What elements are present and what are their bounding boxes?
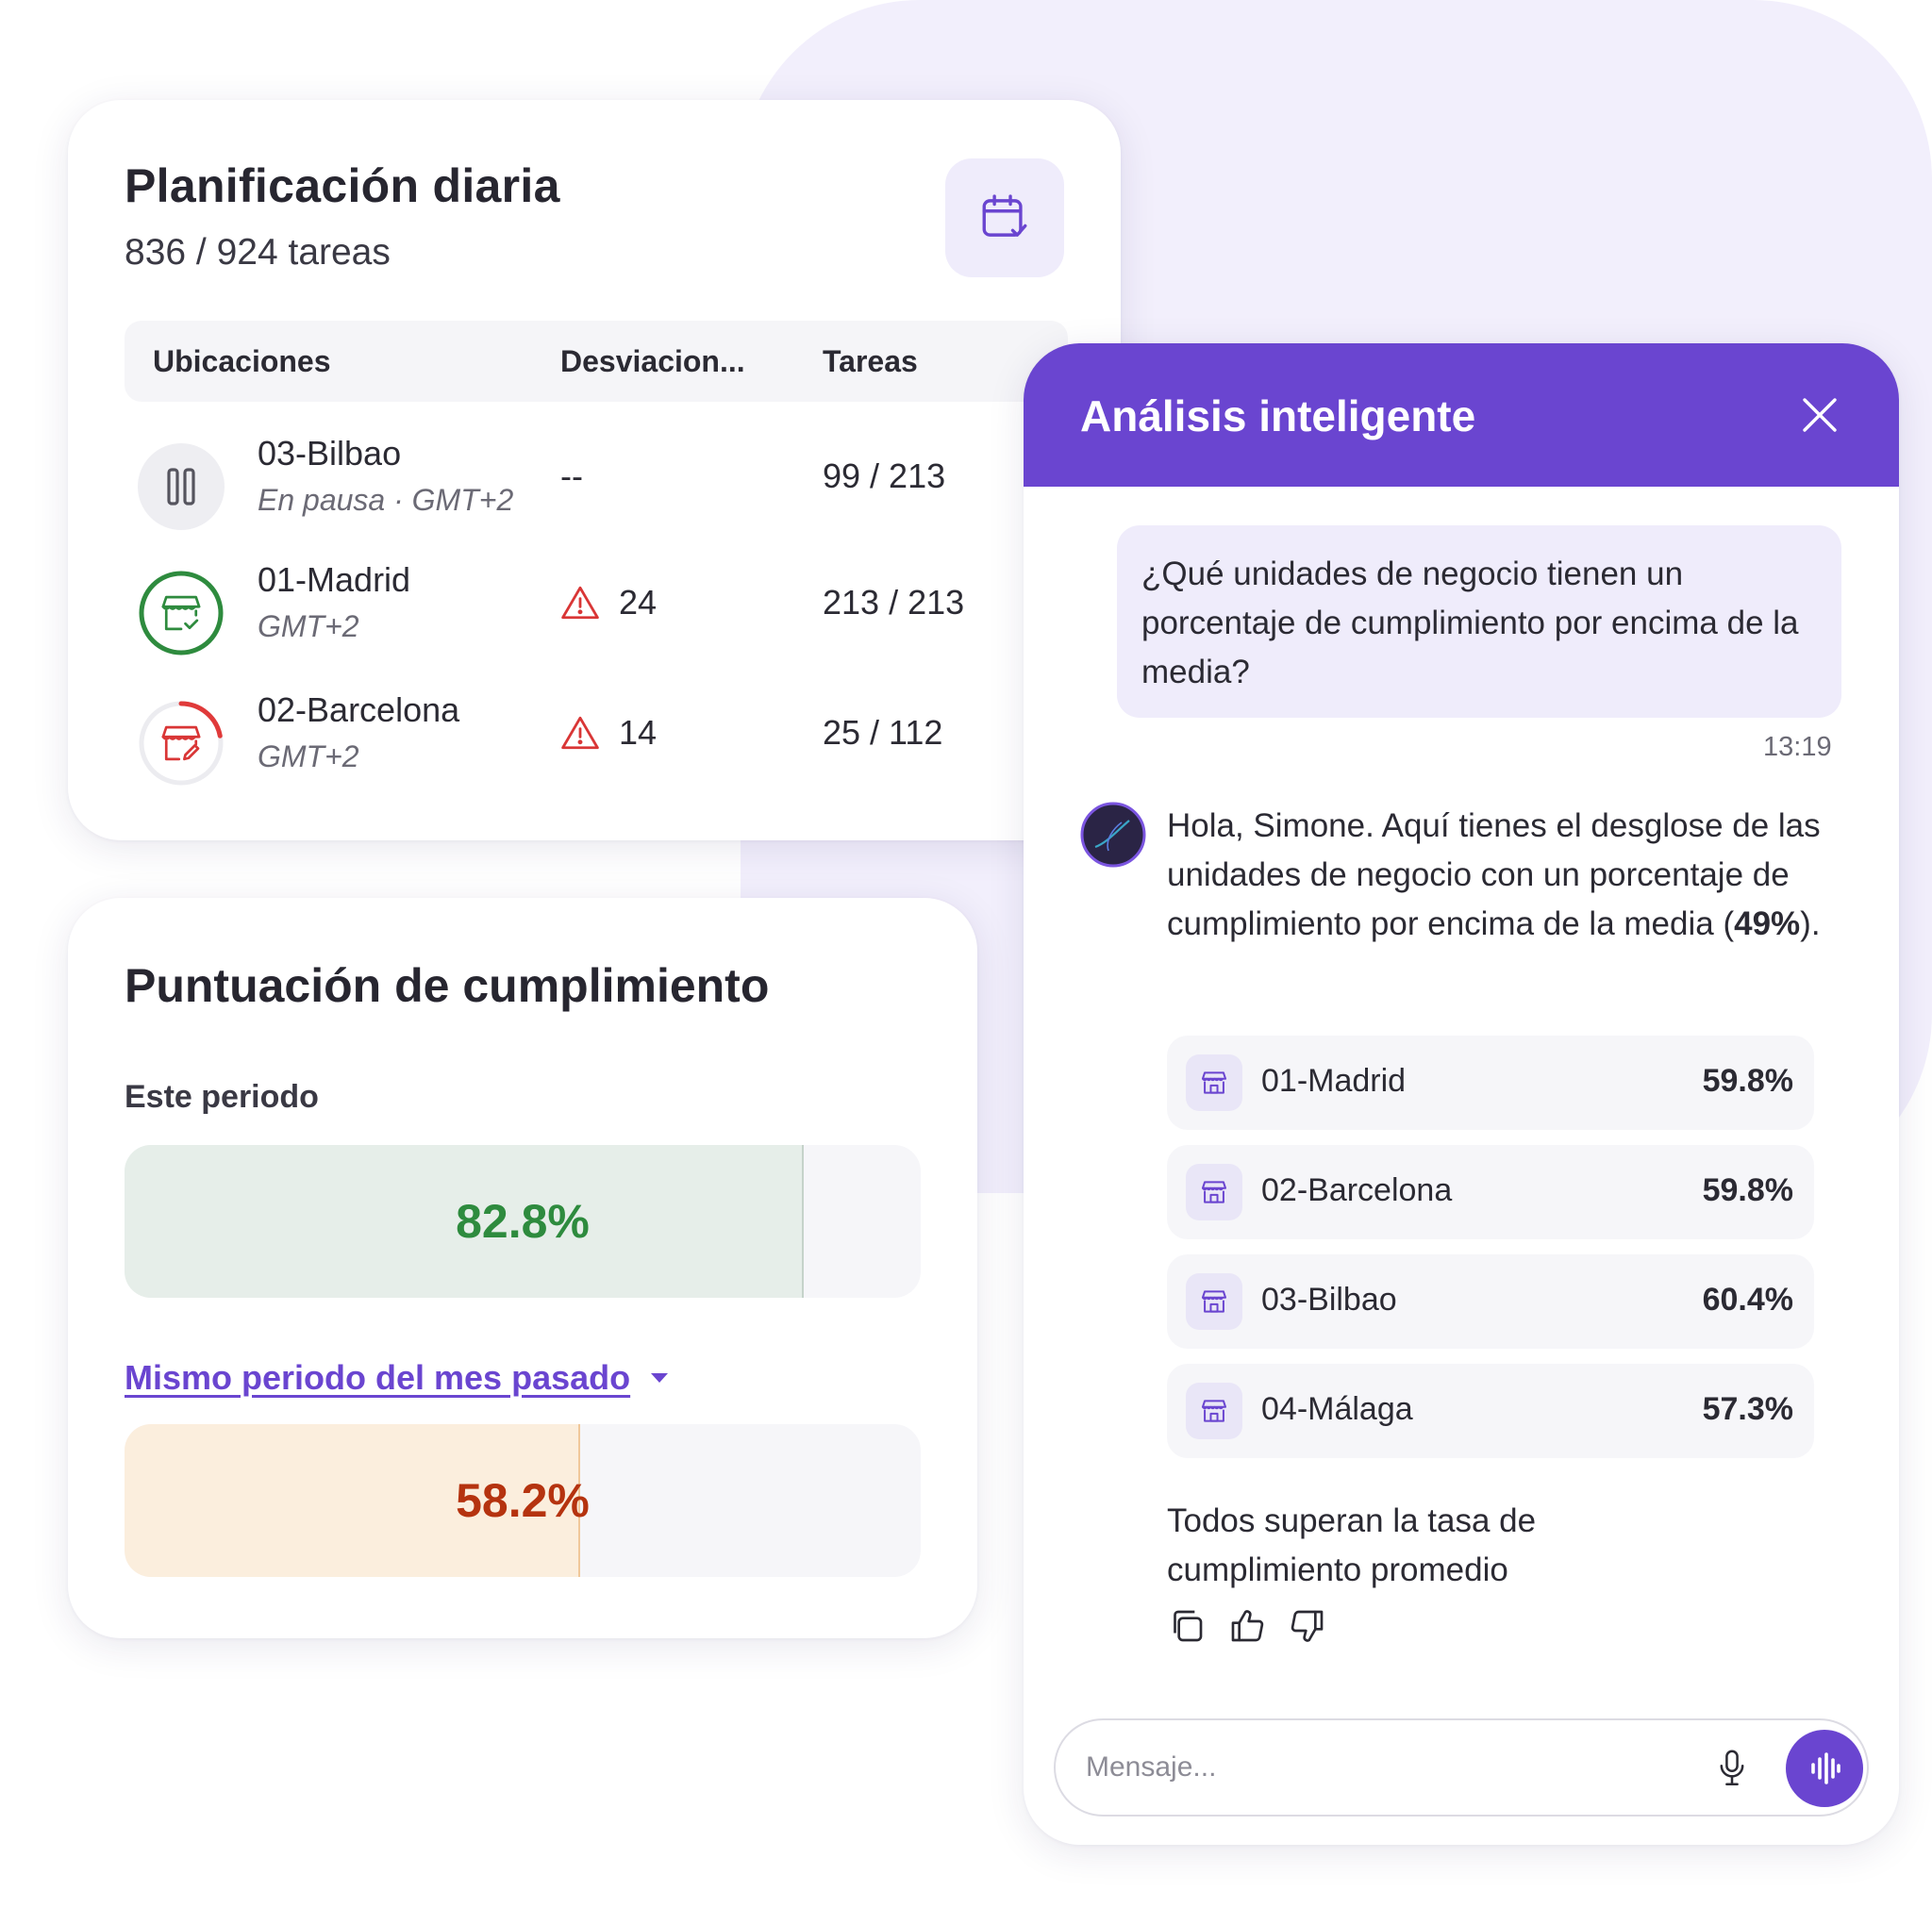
location-name: 03-Bilbao xyxy=(258,434,402,473)
column-locations[interactable]: Ubicaciones xyxy=(153,344,331,379)
table-header: Ubicaciones Desviacion... Tareas xyxy=(125,321,1068,402)
deviation-value: -- xyxy=(560,456,583,495)
location-name: 01-Madrid xyxy=(258,560,411,599)
caret-down-icon xyxy=(651,1373,669,1383)
result-name: 01-Madrid xyxy=(1261,1063,1407,1099)
daily-planning-card: Planificación diaria 836 / 924 tareas Ub… xyxy=(68,100,1121,840)
store-icon xyxy=(1186,1054,1242,1111)
table-row[interactable]: 01-Madrid GMT+2 24 213 / 213 xyxy=(125,556,1068,670)
location-meta: GMT+2 xyxy=(258,609,359,643)
warning-icon xyxy=(561,586,599,620)
assistant-summary: Todos superan la tasa de cumplimiento pr… xyxy=(1167,1502,1537,1588)
user-message: ¿Qué unidades de negocio tienen un porce… xyxy=(1117,525,1841,718)
compare-score-value: 58.2% xyxy=(456,1474,590,1527)
location-meta: En pausa · GMT+2 xyxy=(258,483,514,517)
current-score-value: 82.8% xyxy=(456,1195,590,1248)
deviation-cell: 14 xyxy=(560,713,657,753)
result-item: 04-Málaga 57.3% xyxy=(1167,1364,1814,1458)
compare-period-label: Mismo periodo del mes pasado xyxy=(125,1358,631,1397)
deviation-value: 24 xyxy=(619,583,658,622)
deviation-cell: 24 xyxy=(560,583,657,622)
chat-title: Análisis inteligente xyxy=(1080,391,1476,440)
thumbs-up-icon xyxy=(1231,1610,1264,1642)
result-value: 59.8% xyxy=(1702,1063,1793,1099)
result-name: 03-Bilbao xyxy=(1261,1282,1397,1318)
tasks-value: 25 / 112 xyxy=(823,713,943,752)
copy-icon xyxy=(1174,1610,1203,1642)
store-icon xyxy=(1186,1383,1242,1439)
chat-header: Análisis inteligente xyxy=(1024,343,1899,487)
assistant-avatar xyxy=(1080,802,1146,868)
table-row[interactable]: 03-Bilbao En pausa · GMT+2 -- 99 / 213 xyxy=(125,430,1068,543)
result-item: 01-Madrid 59.8% xyxy=(1167,1036,1814,1130)
copy-button[interactable] xyxy=(1167,1606,1207,1646)
pause-icon xyxy=(167,468,195,506)
calendar-check-icon xyxy=(982,194,1027,237)
current-score-bar: 82.8% xyxy=(125,1145,921,1298)
location-meta: GMT+2 xyxy=(258,739,359,773)
message-input-box xyxy=(1054,1718,1869,1817)
planning-task-count: 836 / 924 tareas xyxy=(125,232,391,273)
thumbs-down-button[interactable] xyxy=(1288,1606,1327,1646)
deviation-cell: -- xyxy=(560,456,583,496)
assistant-message-text: Hola, Simone. Aquí tienes el desglose de… xyxy=(1167,807,1821,942)
audio-waveform-icon xyxy=(1811,1752,1840,1784)
thumbs-down-icon xyxy=(1291,1610,1324,1642)
assistant-message: Hola, Simone. Aquí tienes el desglose de… xyxy=(1167,802,1827,949)
status-in-progress xyxy=(138,700,225,787)
calendar-button[interactable] xyxy=(945,158,1064,277)
store-icon xyxy=(1186,1164,1242,1220)
result-item: 02-Barcelona 59.8% xyxy=(1167,1145,1814,1239)
message-actions xyxy=(1167,1606,1327,1646)
microphone-button[interactable] xyxy=(1708,1745,1756,1792)
average-value: 49% xyxy=(1734,905,1801,942)
deviation-value: 14 xyxy=(619,713,658,752)
column-deviations[interactable]: Desviacion... xyxy=(560,344,745,379)
store-icon xyxy=(1186,1273,1242,1330)
close-button[interactable] xyxy=(1788,383,1852,447)
tasks-value: 99 / 213 xyxy=(823,456,946,495)
progress-ring xyxy=(139,701,224,786)
compare-period-dropdown[interactable]: Mismo periodo del mes pasado xyxy=(125,1358,670,1398)
table-row[interactable]: 02-Barcelona GMT+2 14 25 / 112 xyxy=(125,687,1068,800)
compare-score-bar: 58.2% xyxy=(125,1424,921,1577)
current-period-label: Este periodo xyxy=(125,1079,319,1115)
smart-analysis-panel: Análisis inteligente ¿Qué unidades de ne… xyxy=(1024,343,1899,1845)
score-title: Puntuación de cumplimiento xyxy=(125,959,770,1012)
assistant-message-end: ). xyxy=(1800,905,1821,942)
column-tasks[interactable]: Tareas xyxy=(823,344,918,379)
status-complete xyxy=(138,570,225,656)
result-value: 60.4% xyxy=(1702,1282,1793,1318)
result-value: 59.8% xyxy=(1702,1172,1793,1208)
planning-title: Planificación diaria xyxy=(125,159,560,212)
compliance-score-card: Puntuación de cumplimiento Este periodo … xyxy=(68,898,977,1638)
result-name: 02-Barcelona xyxy=(1261,1172,1453,1208)
progress-ring xyxy=(139,571,224,655)
message-input[interactable] xyxy=(1086,1741,1671,1794)
result-value: 57.3% xyxy=(1702,1391,1793,1427)
warning-icon xyxy=(561,716,599,750)
voice-mode-button[interactable] xyxy=(1786,1730,1863,1807)
message-timestamp: 13:19 xyxy=(1763,732,1832,762)
microphone-icon xyxy=(1720,1750,1744,1786)
status-paused xyxy=(138,443,225,530)
result-name: 04-Málaga xyxy=(1261,1391,1413,1427)
location-name: 02-Barcelona xyxy=(258,690,460,729)
close-icon xyxy=(1803,398,1837,432)
thumbs-up-button[interactable] xyxy=(1227,1606,1267,1646)
tasks-value: 213 / 213 xyxy=(823,583,965,622)
result-item: 03-Bilbao 60.4% xyxy=(1167,1254,1814,1349)
